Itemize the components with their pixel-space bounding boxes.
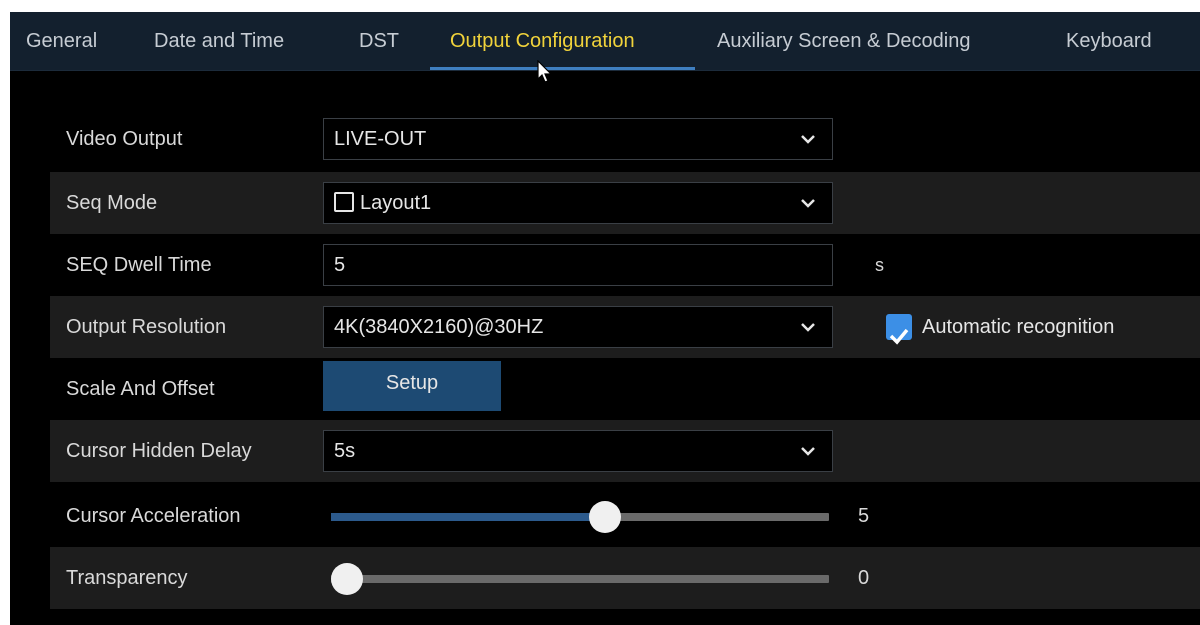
- cursor-hidden-delay-row: Cursor Hidden Delay 5s: [50, 420, 1200, 482]
- tab-dst[interactable]: DST: [359, 12, 399, 70]
- output-resolution-value: 4K(3840X2160)@30HZ: [334, 316, 544, 338]
- cursor-acceleration-row: Cursor Acceleration 5: [50, 485, 1200, 547]
- video-output-label: Video Output: [66, 128, 183, 150]
- scale-and-offset-row: Scale And Offset Setup: [50, 358, 1200, 420]
- slider-handle[interactable]: [588, 501, 621, 533]
- chevron-down-icon: [801, 323, 815, 332]
- active-tab-indicator: [430, 67, 695, 70]
- tab-bar: General Date and Time DST Output Configu…: [10, 12, 1200, 71]
- slider-fill: [331, 513, 605, 521]
- chevron-down-icon: [801, 135, 815, 144]
- seq-dwell-time-row: SEQ Dwell Time 5 s: [50, 234, 1200, 296]
- output-resolution-row: Output Resolution 4K(3840X2160)@30HZ Aut…: [50, 296, 1200, 358]
- tab-auxiliary-screen-decoding[interactable]: Auxiliary Screen & Decoding: [717, 12, 970, 70]
- seq-mode-value: Layout1: [360, 192, 432, 214]
- output-resolution-label: Output Resolution: [66, 316, 227, 338]
- automatic-recognition-label: Automatic recognition: [922, 316, 1115, 338]
- video-output-select[interactable]: LIVE-OUT: [323, 118, 833, 160]
- tab-general[interactable]: General: [26, 12, 97, 70]
- seq-mode-row: Seq Mode Layout1: [50, 172, 1200, 234]
- checkbox-checked-icon[interactable]: [886, 314, 912, 345]
- cursor-acceleration-slider[interactable]: [331, 501, 829, 533]
- tab-date-and-time[interactable]: Date and Time: [154, 12, 284, 70]
- output-resolution-select[interactable]: 4K(3840X2160)@30HZ: [323, 306, 833, 348]
- cursor-hidden-delay-value: 5s: [334, 440, 356, 462]
- slider-handle[interactable]: [331, 563, 363, 595]
- seq-mode-select[interactable]: Layout1: [323, 182, 833, 224]
- video-output-row: Video Output LIVE-OUT: [50, 108, 1200, 170]
- chevron-down-icon: [801, 447, 815, 456]
- tab-keyboard[interactable]: Keyboard: [1066, 12, 1152, 70]
- settings-window: General Date and Time DST Output Configu…: [10, 12, 1200, 625]
- seq-dwell-time-unit: s: [875, 255, 884, 275]
- layout-checkbox[interactable]: [334, 192, 354, 212]
- seq-mode-label: Seq Mode: [66, 192, 158, 214]
- cursor-hidden-delay-label: Cursor Hidden Delay: [66, 440, 252, 462]
- transparency-row: Transparency 0: [50, 547, 1200, 609]
- seq-dwell-time-label: SEQ Dwell Time: [66, 254, 212, 276]
- transparency-value: 0: [858, 567, 870, 589]
- transparency-label: Transparency: [66, 567, 188, 589]
- scale-and-offset-label: Scale And Offset: [66, 378, 215, 400]
- seq-dwell-time-value: 5: [334, 254, 346, 276]
- cursor-acceleration-value: 5: [858, 505, 870, 527]
- setup-button[interactable]: Setup: [323, 361, 501, 411]
- cursor-hidden-delay-select[interactable]: 5s: [323, 430, 833, 472]
- mouse-pointer-icon: [537, 60, 553, 83]
- seq-dwell-time-input[interactable]: 5: [323, 244, 833, 286]
- cursor-acceleration-label: Cursor Acceleration: [66, 505, 241, 527]
- chevron-down-icon: [801, 199, 815, 208]
- video-output-value: LIVE-OUT: [334, 128, 427, 150]
- transparency-slider[interactable]: [331, 563, 829, 595]
